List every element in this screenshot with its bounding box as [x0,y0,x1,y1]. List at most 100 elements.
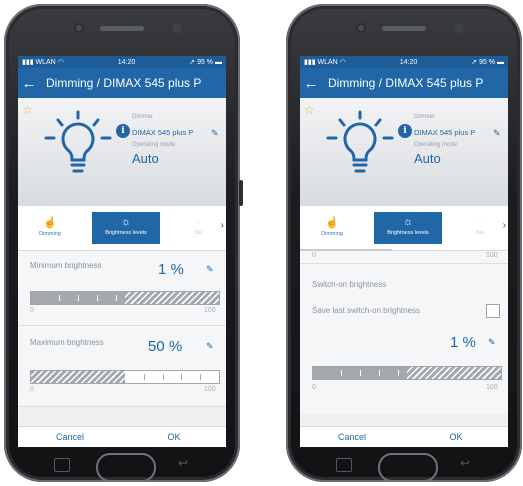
carrier: ▮▮▮ WLAN ◠ [304,59,346,66]
pencil-icon[interactable]: ✎ [493,128,501,139]
star-icon[interactable]: ☆ [304,103,315,117]
chevron-right-icon[interactable]: › [503,220,506,231]
recent-apps-icon[interactable] [54,458,70,472]
cancel-button[interactable]: Cancel [18,427,122,447]
tab-next[interactable]: · Sta [460,212,500,244]
tick [341,370,343,376]
pencil-icon[interactable]: ✎ [206,264,214,275]
slider-hatch [31,371,125,383]
ok-button[interactable]: OK [404,427,508,447]
home-button[interactable] [378,453,438,482]
action-bar: Cancel OK [18,426,226,447]
action-bar: Cancel OK [300,426,508,447]
app-bar: ← Dimming / DIMAX 545 plus P [18,68,226,98]
back-key-icon[interactable]: ↩ [178,456,188,470]
info-icon[interactable]: i [116,124,130,138]
tab-bar: ☝ Dimming ☼ Brightness levels · Sta › [18,206,226,251]
next-tab-icon: · [196,216,200,228]
star-icon[interactable]: ☆ [22,103,33,117]
switch-on-slider[interactable] [312,366,502,380]
max-brightness-section: Maximum brightness 50 % ✎ 0 100 [18,326,226,407]
tick [360,370,361,376]
bulb-icon [44,110,112,173]
scrolled-scale: 0 100 [300,251,508,264]
scale-min: 0 [312,252,316,259]
scale-min: 0 [30,307,34,314]
switch-on-label: Switch-on brightness [312,280,387,289]
device-header: ☆ i Dimmer DIMAX 545 plus P ✎ Operating … [300,98,508,206]
slider-fill [125,371,219,383]
tab-dimming[interactable]: ☝ Dimming [24,212,76,244]
device-header: ☆ i Dimmer DIMAX 545 plus P ✎ Operating … [18,98,226,206]
ok-button[interactable]: OK [122,427,226,447]
switch-on-value: 1 % [450,334,476,351]
mode-label: Operating mode [414,142,458,148]
pencil-icon[interactable]: ✎ [206,341,214,352]
tab-next[interactable]: · Sta [178,212,218,244]
scale-max: 100 [204,386,216,393]
sensor [172,23,182,33]
speaker [100,26,144,31]
side-button [239,180,243,206]
save-last-checkbox[interactable] [486,304,500,318]
cancel-button[interactable]: Cancel [300,427,404,447]
min-brightness-label: Minimum brightness [30,261,102,270]
pencil-icon[interactable]: ✎ [211,128,219,139]
carrier: ▮▮▮ WLAN ◠ [22,59,64,66]
phone-left: ▮▮▮ WLAN ◠ 14:20 ➚ 95 % ▬ ← Dimming / DI… [4,4,243,482]
app-bar: ← Dimming / DIMAX 545 plus P [300,68,508,98]
sensor [454,23,464,33]
back-arrow-icon[interactable]: ← [300,75,322,92]
tab-bar: ☝ Dimming ☼ Brightness levels · Sta › [300,206,508,251]
max-brightness-value: 50 % [148,338,183,355]
device-name: DIMAX 545 plus P [132,128,194,137]
max-brightness-slider[interactable] [30,370,220,384]
tick [115,295,117,301]
mode-value: Auto [414,151,441,166]
clock: 14:20 [399,58,418,66]
speaker [382,26,426,31]
recent-apps-icon[interactable] [336,458,352,472]
back-arrow-icon[interactable]: ← [18,75,40,92]
bulb-icon [326,110,394,173]
sun-icon: ☼ [120,216,132,228]
info-icon[interactable]: i [398,124,412,138]
mode-label: Operating mode [132,142,176,148]
home-button[interactable] [96,453,156,482]
device-type-label: Dimmer [414,114,435,120]
min-brightness-value: 1 % [158,261,184,278]
slider-hatch [125,292,219,304]
switch-on-section: Switch-on brightness Save last switch-on… [300,264,508,414]
pencil-icon[interactable]: ✎ [488,337,496,348]
chevron-right-icon[interactable]: › [221,220,224,231]
front-camera [74,23,84,33]
back-key-icon[interactable]: ↩ [460,456,470,470]
scale-min: 0 [312,384,316,391]
page-title: Dimming / DIMAX 545 plus P [328,76,484,90]
page-title: Dimming / DIMAX 545 plus P [46,76,202,90]
tick [181,374,183,380]
scale-max: 100 [486,384,498,391]
battery: ➚ 95 % ▬ [471,59,504,66]
save-last-label: Save last switch-on brightness [312,306,421,315]
tick [397,370,399,376]
slider-hatch [407,367,501,379]
clock: 14:20 [117,58,136,66]
hand-icon: ☝ [43,217,57,229]
tab-dimming[interactable]: ☝ Dimming [306,212,358,244]
tab-brightness-levels[interactable]: ☼ Brightness levels [374,212,442,244]
hand-icon: ☝ [325,217,339,229]
min-brightness-section: Minimum brightness 1 % ✎ 0 100 [18,251,226,326]
device-type-label: Dimmer [132,114,153,120]
device-name: DIMAX 545 plus P [414,128,476,137]
screen-right: ▮▮▮ WLAN ◠ 14:20 ➚ 95 % ▬ ← Dimming / DI… [300,56,508,447]
tick [143,374,145,380]
tab-brightness-levels[interactable]: ☼ Brightness levels [92,212,160,244]
scale-max: 100 [486,252,498,259]
front-camera [356,23,366,33]
min-brightness-slider[interactable] [30,291,220,305]
tick [378,370,380,376]
scale-max: 100 [204,307,216,314]
battery: ➚ 95 % ▬ [189,59,222,66]
status-bar: ▮▮▮ WLAN ◠ 14:20 ➚ 95 % ▬ [300,56,508,68]
